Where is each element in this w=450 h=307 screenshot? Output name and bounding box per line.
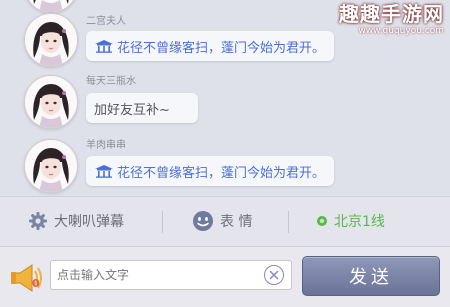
avatar[interactable]: [24, 0, 78, 13]
site-watermark: 趣趣手游网 www.ququyou.com: [339, 2, 444, 37]
chat-input-bar: 0 发送: [0, 246, 450, 307]
emoji-button[interactable]: 表 情: [192, 209, 252, 233]
sender-name: 羊肉串串: [86, 140, 126, 151]
message-bubble: 加好友互补~: [86, 93, 198, 123]
chat-toolbar: 大喇叭弹幕 表 情 北京1线: [0, 196, 450, 247]
server-line-selector[interactable]: 北京1线: [316, 209, 385, 233]
chat-text-input[interactable]: [50, 260, 292, 290]
message-text: 加好友互补~: [94, 102, 170, 118]
message-bubble: 花径不曾缘客扫，蓬门今始为君开。: [86, 156, 334, 186]
message-text: 花径不曾缘客扫，蓬门今始为君开。: [117, 40, 326, 56]
toolbar-divider: [162, 211, 163, 233]
sender-name: 二宫夫人: [86, 16, 126, 27]
send-button[interactable]: 发送: [302, 256, 440, 296]
server-label: 北京1线: [334, 214, 385, 230]
message-bubble: 花径不曾缘客扫，蓬门今始为君开。: [86, 31, 334, 61]
sender-name: 每天三瓶水: [86, 76, 136, 87]
watermark-url: www.ququyou.com: [358, 26, 444, 36]
avatar[interactable]: [24, 75, 78, 129]
emoji-label: 表 情: [220, 214, 253, 230]
message-text: 花径不曾缘客扫，蓬门今始为君开。: [117, 165, 326, 181]
clear-input-button[interactable]: [264, 265, 284, 285]
status-dot-icon: [317, 216, 327, 226]
toolbar-divider: [288, 211, 289, 233]
avatar[interactable]: [24, 13, 78, 67]
broadcast-label: 大喇叭弹幕: [54, 214, 124, 230]
pavilion-icon: [94, 39, 114, 53]
horn-count: 0: [32, 277, 40, 290]
emoji-face-icon: [193, 211, 213, 231]
broadcast-danmaku-button[interactable]: 大喇叭弹幕: [28, 209, 124, 233]
clear-icon: [269, 270, 279, 280]
gear-icon: [29, 212, 47, 230]
pavilion-icon: [94, 164, 114, 178]
avatar[interactable]: [24, 139, 78, 193]
watermark-title: 趣趣手游网: [339, 2, 444, 26]
